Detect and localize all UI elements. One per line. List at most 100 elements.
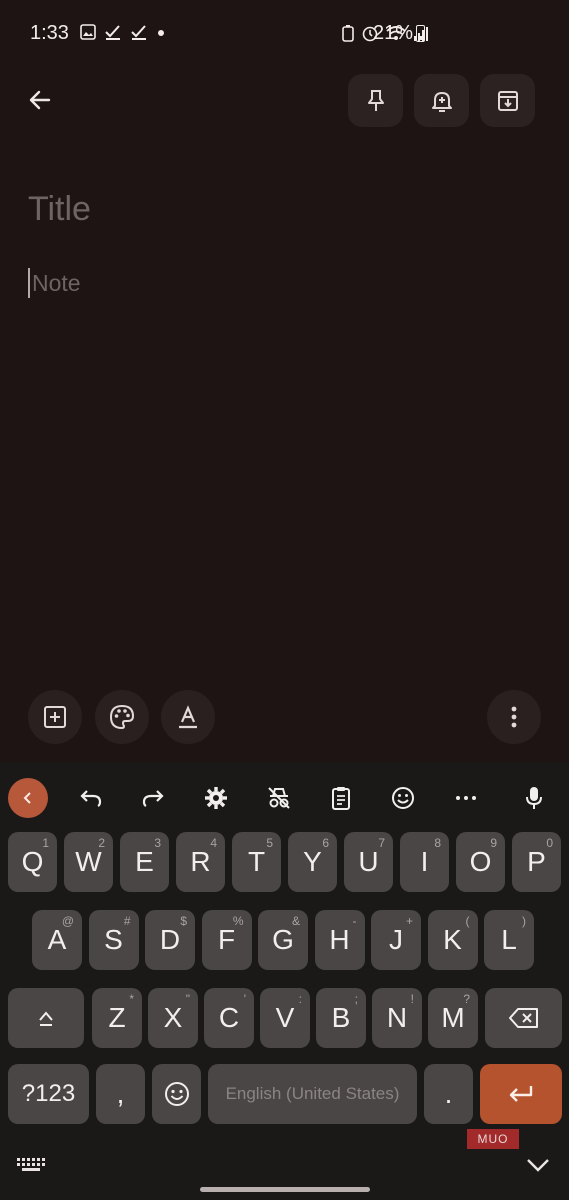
- key-l[interactable]: ) L: [484, 910, 534, 970]
- more-tools-button[interactable]: [448, 780, 484, 816]
- key-label: U: [358, 846, 379, 877]
- enter-key[interactable]: [480, 1064, 562, 1124]
- key-c[interactable]: ' C: [204, 988, 254, 1048]
- symbols-key[interactable]: ?123: [8, 1064, 89, 1124]
- archive-icon: [497, 90, 518, 111]
- battery-percent: 21%: [373, 22, 414, 44]
- period-key[interactable]: .: [424, 1064, 473, 1124]
- key-h[interactable]: -H: [314, 910, 365, 970]
- smiley-icon: [164, 1082, 189, 1106]
- key-z[interactable]: * Z: [92, 988, 142, 1048]
- key-hint: $: [180, 914, 187, 928]
- key-j[interactable]: + J: [371, 910, 421, 970]
- key-g[interactable]: & G: [258, 910, 308, 970]
- archive-button[interactable]: [480, 74, 535, 127]
- emoji-button[interactable]: [385, 780, 421, 816]
- key-label: K: [443, 924, 462, 955]
- key-o[interactable]: 9O: [456, 832, 505, 892]
- incognito-button[interactable]: [261, 780, 297, 816]
- key-u[interactable]: 7U: [344, 832, 393, 892]
- key-s[interactable]: # S: [88, 910, 139, 970]
- space-key[interactable]: English (United States): [208, 1064, 417, 1124]
- reminder-button[interactable]: [414, 74, 469, 127]
- key-label: Q: [21, 846, 44, 877]
- keyboard-switch-button[interactable]: [16, 1156, 48, 1176]
- key-hint: 7: [378, 836, 385, 850]
- key-hint: 8: [434, 836, 441, 850]
- status-bar: 1:33 21%: [0, 0, 569, 68]
- incognito-off-icon: [268, 787, 290, 809]
- key-hint: :: [298, 992, 302, 1006]
- key-f[interactable]: % F: [201, 910, 252, 970]
- more-vert-icon: [511, 706, 517, 728]
- key-label: A: [47, 924, 67, 955]
- key-w[interactable]: 2W: [64, 832, 113, 892]
- bell-plus-icon: [431, 91, 452, 112]
- key-label: Y: [303, 846, 322, 877]
- pin-button[interactable]: [348, 74, 403, 127]
- text-format-button[interactable]: [161, 690, 215, 744]
- more-horiz-icon: [456, 796, 476, 800]
- clipboard-button[interactable]: [323, 780, 359, 816]
- key-label: F: [217, 924, 236, 955]
- key-v[interactable]: :V: [260, 988, 310, 1048]
- key-hint: #: [123, 914, 131, 928]
- undo-icon: [80, 790, 102, 807]
- key-hint: 5: [266, 836, 273, 850]
- more-options-button[interactable]: [487, 690, 541, 744]
- key-p[interactable]: 0P: [512, 832, 561, 892]
- background-options-button[interactable]: [95, 690, 149, 744]
- key-n[interactable]: ! N: [372, 988, 422, 1048]
- add-content-button[interactable]: [28, 690, 82, 744]
- key-label: P: [527, 846, 546, 877]
- emoji-key[interactable]: [152, 1064, 201, 1124]
- enter-icon: [509, 1086, 533, 1102]
- key-hint: +: [405, 914, 413, 928]
- title-field[interactable]: Title: [28, 190, 91, 229]
- key-t[interactable]: 5T: [232, 832, 281, 892]
- key-hint: %: [232, 914, 244, 928]
- key-label: R: [190, 846, 211, 877]
- backspace-key[interactable]: [485, 988, 562, 1048]
- key-x[interactable]: " X: [148, 988, 198, 1048]
- key-label: L: [501, 924, 517, 955]
- key-k[interactable]: (K: [427, 910, 478, 970]
- text-format-icon: [179, 705, 197, 729]
- hide-keyboard-button[interactable]: [525, 1155, 551, 1177]
- key-m[interactable]: ? M: [428, 988, 478, 1048]
- backspace-icon: [508, 1008, 538, 1028]
- key-hint: ?: [463, 992, 470, 1006]
- undo-button[interactable]: [73, 780, 109, 816]
- check-icon: [131, 25, 146, 40]
- key-d[interactable]: $ D: [145, 910, 195, 970]
- voice-input-button[interactable]: [516, 780, 552, 816]
- shift-key[interactable]: [8, 988, 84, 1048]
- back-button[interactable]: [22, 82, 58, 118]
- key-hint: !: [410, 992, 414, 1006]
- pin-icon: [367, 89, 384, 111]
- key-e[interactable]: 3E: [120, 832, 169, 892]
- settings-button[interactable]: [198, 780, 234, 816]
- redo-icon: [142, 790, 164, 807]
- key-i[interactable]: 8I: [400, 832, 449, 892]
- key-a[interactable]: @ A: [32, 910, 82, 970]
- key-label: O: [469, 846, 492, 877]
- chevron-down-icon: [527, 1159, 549, 1172]
- key-y[interactable]: 6Y: [288, 832, 337, 892]
- key-q[interactable]: 1Q: [8, 832, 57, 892]
- key-r[interactable]: 4R: [176, 832, 225, 892]
- comma-key[interactable]: ,: [96, 1064, 145, 1124]
- key-label: D: [159, 924, 181, 955]
- gear-icon: [205, 787, 227, 809]
- key-label: M: [441, 1002, 465, 1033]
- key-label: I: [420, 846, 429, 877]
- toolbar-collapse-button[interactable]: [8, 778, 48, 818]
- check-icon: [105, 25, 120, 40]
- key-hint: @: [61, 914, 74, 928]
- key-label: V: [275, 1002, 295, 1033]
- key-b[interactable]: ; B: [316, 988, 366, 1048]
- keyboard-toolbar: [0, 762, 569, 832]
- note-field[interactable]: Note: [28, 268, 81, 298]
- redo-button[interactable]: [135, 780, 171, 816]
- key-label: S: [104, 924, 123, 955]
